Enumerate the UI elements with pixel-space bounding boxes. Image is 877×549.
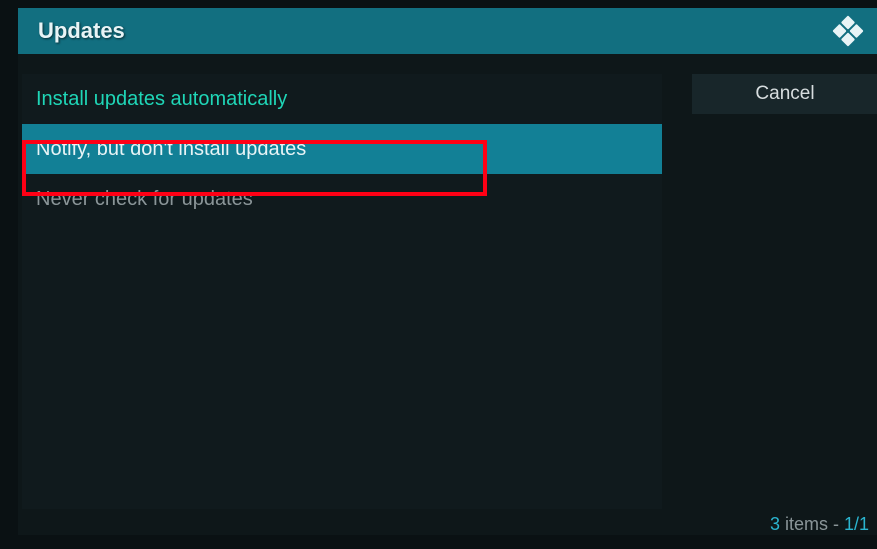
kodi-logo-icon <box>831 14 865 48</box>
option-install-automatically[interactable]: Install updates automatically <box>22 74 662 124</box>
dialog-body: Install updates automatically Notify, bu… <box>18 54 877 535</box>
dialog-title: Updates <box>38 18 125 44</box>
updates-dialog: Updates Install updates automatically No… <box>18 8 877 535</box>
right-panel: Cancel <box>692 74 877 114</box>
options-list: Install updates automatically Notify, bu… <box>22 74 662 509</box>
option-never-check[interactable]: Never check for updates <box>22 174 662 224</box>
footer-status: 3 items - 1/1 <box>770 514 869 535</box>
items-label: items - <box>780 514 844 534</box>
dialog-header: Updates <box>18 8 877 54</box>
cancel-button[interactable]: Cancel <box>692 74 877 114</box>
option-notify-only[interactable]: Notify, but don't install updates <box>22 124 662 174</box>
page-indicator: 1/1 <box>844 514 869 534</box>
item-count: 3 <box>770 514 780 534</box>
